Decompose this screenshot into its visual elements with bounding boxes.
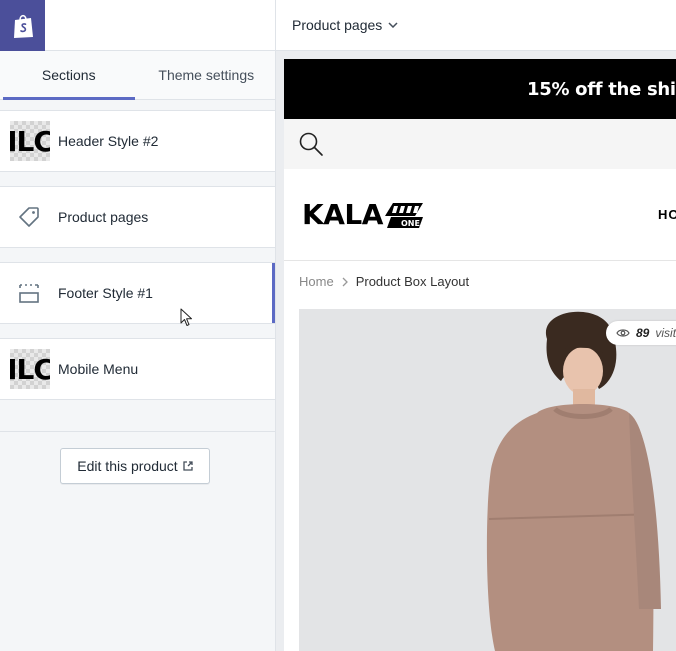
- sidebar-tabs: Sections Theme settings: [0, 51, 275, 100]
- sidebar-divider: [0, 431, 275, 432]
- product-photo-illustration: [299, 309, 676, 651]
- search-bar: [284, 119, 676, 169]
- brand-name: KALA: [302, 198, 383, 231]
- edit-product-button[interactable]: Edit this product: [60, 448, 210, 484]
- page-type-selector[interactable]: Product pages: [292, 14, 398, 36]
- search-icon[interactable]: [298, 131, 324, 157]
- brand-badge-text: ONE: [401, 219, 420, 228]
- visit-word: visits: [655, 326, 676, 340]
- top-bar: Product pages: [0, 0, 676, 51]
- section-mobile-menu-label: Mobile Menu: [58, 361, 139, 377]
- brand-badge: ONE: [384, 202, 423, 228]
- page-type-selector-label: Product pages: [292, 17, 383, 33]
- tab-sections-label: Sections: [41, 67, 96, 83]
- store-header: KALA ONE HO: [284, 169, 676, 261]
- theme-preview: 15% off the shipping KALA ONE HO Home: [276, 51, 676, 651]
- sidebar: Sections Theme settings ILC Header Style…: [0, 51, 276, 651]
- store-logo[interactable]: KALA ONE: [302, 198, 425, 231]
- breadcrumb-current: Product Box Layout: [355, 274, 470, 289]
- header-thumbnail: ILC: [10, 121, 50, 161]
- mobile-menu-thumbnail-text: ILC: [10, 352, 50, 386]
- section-product-pages[interactable]: Product pages: [0, 186, 275, 248]
- mobile-menu-thumbnail: ILC: [10, 349, 50, 389]
- visit-counter-badge: 89 visits: [606, 321, 676, 345]
- mouse-cursor-icon: [180, 308, 192, 326]
- nav-item-home[interactable]: HO: [658, 207, 676, 222]
- section-footer-style[interactable]: Footer Style #1: [0, 262, 275, 324]
- product-image[interactable]: 89 visits: [299, 309, 676, 651]
- tag-icon: [0, 187, 58, 247]
- storefront: 15% off the shipping KALA ONE HO Home: [284, 59, 676, 651]
- shopify-bag-icon: [13, 14, 33, 38]
- edit-product-button-label: Edit this product: [77, 458, 178, 474]
- breadcrumb: Home Product Box Layout: [299, 274, 469, 289]
- eye-icon: [616, 329, 630, 337]
- external-link-icon: [183, 461, 193, 471]
- chevron-right-icon: [342, 277, 348, 286]
- visit-count: 89: [636, 326, 650, 340]
- section-header-style-label: Header Style #2: [58, 133, 159, 149]
- announcement-bar[interactable]: 15% off the shipping: [284, 59, 676, 119]
- section-mobile-menu[interactable]: ILC Mobile Menu: [0, 338, 275, 400]
- tab-theme-settings[interactable]: Theme settings: [138, 51, 276, 99]
- top-divider: [275, 0, 276, 51]
- header-thumbnail-text: ILC: [10, 124, 50, 158]
- tab-theme-settings-label: Theme settings: [158, 67, 255, 83]
- footer-layout-icon: [0, 263, 58, 323]
- section-header-style[interactable]: ILC Header Style #2: [0, 110, 275, 172]
- tab-sections[interactable]: Sections: [0, 51, 138, 100]
- breadcrumb-home-link[interactable]: Home: [299, 274, 334, 289]
- announcement-text: 15% off the shipping: [527, 79, 676, 100]
- chevron-down-icon: [388, 22, 398, 28]
- shopify-logo[interactable]: [0, 0, 45, 51]
- section-footer-style-label: Footer Style #1: [58, 285, 153, 301]
- section-product-pages-label: Product pages: [58, 209, 149, 225]
